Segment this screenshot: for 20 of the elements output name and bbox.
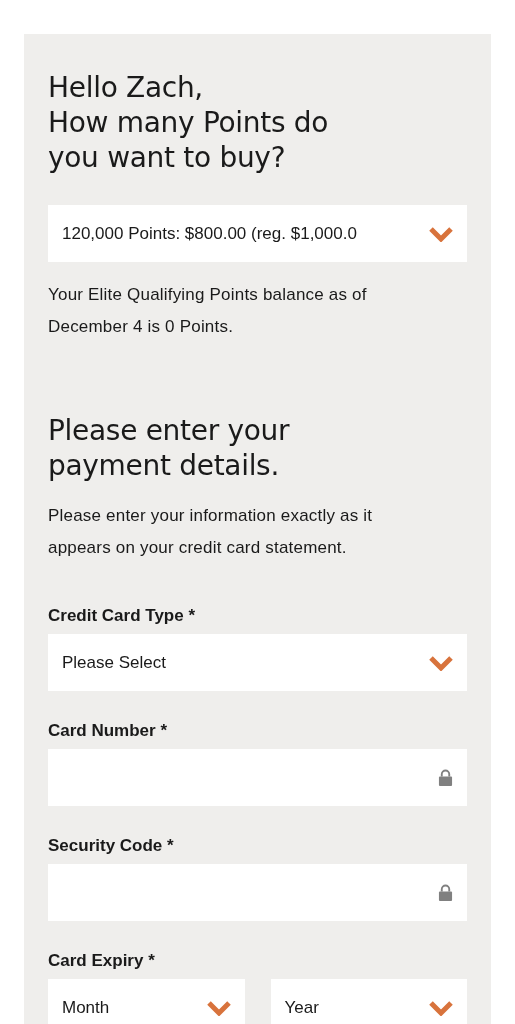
field-label: Credit Card Type *	[48, 606, 197, 626]
select-field[interactable]: Please Select	[48, 634, 467, 691]
payment-heading: Please enter your payment details.	[48, 413, 291, 483]
field-label: Card Number *	[48, 721, 169, 741]
field-label: Card Expiry *	[48, 951, 156, 971]
chevron-down-icon	[429, 654, 453, 671]
greeting-heading: Hello Zach, How many Points do you want to buy?	[48, 70, 330, 175]
balance-text: Your Elite Qualifying Points balance as of December 4 is 0 Points.	[48, 284, 368, 338]
chevron-down-icon	[429, 225, 453, 242]
field-label: Security Code *	[48, 836, 175, 856]
chevron-down-icon	[429, 999, 453, 1016]
input-field[interactable]	[48, 749, 467, 806]
input-field[interactable]	[48, 864, 467, 921]
lock-icon	[438, 884, 453, 901]
select-field[interactable]: Month	[48, 979, 245, 1024]
points-dropdown[interactable]: 120,000 Points: $800.00 (reg. $1,000.0	[48, 205, 467, 262]
payment-instructions: Please enter your information exactly as it appears on your credit card statement.	[48, 505, 374, 559]
chevron-down-icon	[206, 999, 231, 1016]
select-field[interactable]: Year	[270, 979, 467, 1024]
lock-icon	[438, 769, 453, 786]
